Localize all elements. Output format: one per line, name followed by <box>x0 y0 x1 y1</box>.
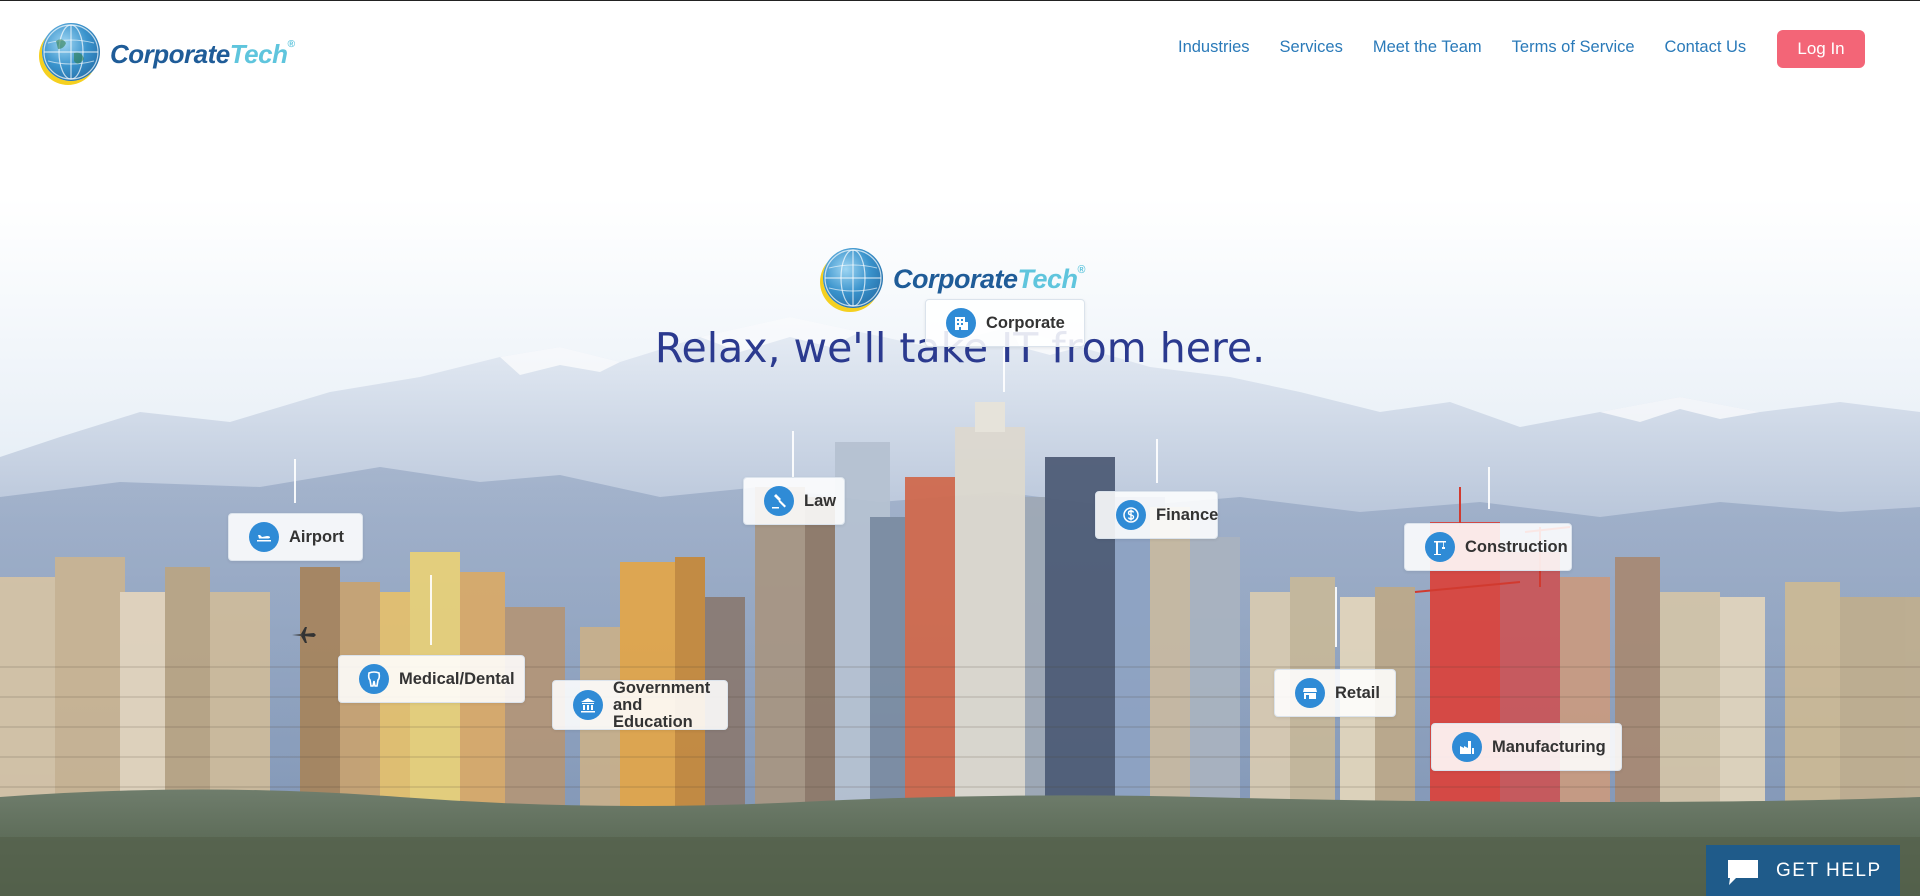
hero-logo-wordmark: CorporateTech® <box>893 263 1086 295</box>
industry-label: Government and Education <box>613 678 711 731</box>
industry-label: Corporate <box>986 313 1065 332</box>
globe-logo-icon <box>42 23 100 81</box>
industry-label: Construction <box>1465 537 1568 556</box>
nav-terms-of-service[interactable]: Terms of Service <box>1512 38 1635 57</box>
main-nav: Industries Services Meet the Team Terms … <box>1178 38 1776 57</box>
card-stem <box>1156 439 1158 483</box>
logo-registered-mark: ® <box>287 38 295 50</box>
industry-card-manufacturing[interactable]: Manufacturing <box>1431 723 1622 771</box>
card-stem <box>294 459 296 503</box>
nav-meet-the-team[interactable]: Meet the Team <box>1373 38 1482 57</box>
office-building-icon <box>946 308 976 338</box>
airplane-icon <box>249 522 279 552</box>
logo-text-tech: Tech <box>1017 263 1079 294</box>
nav-services[interactable]: Services <box>1280 38 1343 57</box>
site-header: CorporateTech® Industries Services Meet … <box>0 1 1920 97</box>
card-stem <box>430 575 432 645</box>
industry-label: Retail <box>1335 683 1380 702</box>
industry-card-retail[interactable]: Retail <box>1274 669 1396 717</box>
logo-text-corporate: Corporate <box>110 38 230 69</box>
logo-text-tech: Tech <box>229 38 288 69</box>
card-stem <box>1335 587 1337 647</box>
header-logo[interactable]: CorporateTech® <box>42 23 295 81</box>
industry-card-construction[interactable]: Construction <box>1404 523 1572 571</box>
nav-contact-us[interactable]: Contact Us <box>1665 38 1747 57</box>
get-help-label: GET HELP <box>1776 859 1882 881</box>
card-stem <box>1003 347 1005 392</box>
globe-logo-icon <box>823 248 883 308</box>
card-stem <box>1488 467 1490 509</box>
industry-card-finance[interactable]: Finance <box>1095 491 1218 539</box>
government-building-icon <box>573 690 603 720</box>
factory-icon <box>1452 732 1482 762</box>
hero-section: CorporateTech® Relax, we'll take IT from… <box>0 197 1920 896</box>
industry-label: Manufacturing <box>1492 737 1606 756</box>
industry-label: Finance <box>1156 505 1219 524</box>
logo-wordmark: CorporateTech® <box>110 39 295 70</box>
gavel-icon <box>764 486 794 516</box>
logo-registered-mark: ® <box>1077 263 1086 276</box>
industry-label: Medical/Dental <box>399 669 515 688</box>
industry-label: Law <box>804 491 837 510</box>
storefront-icon <box>1295 678 1325 708</box>
industry-card-medical-dental[interactable]: Medical/Dental <box>338 655 525 703</box>
get-help-button[interactable]: GET HELP <box>1706 845 1900 896</box>
chat-bubble-icon <box>1726 858 1760 885</box>
tooth-icon <box>359 664 389 694</box>
industry-card-law[interactable]: Law <box>743 477 845 525</box>
card-stem <box>792 431 794 477</box>
industry-card-airport[interactable]: Airport <box>228 513 363 561</box>
crane-icon <box>1425 532 1455 562</box>
login-button[interactable]: Log In <box>1777 30 1865 68</box>
dollar-icon <box>1116 500 1146 530</box>
logo-text-corporate: Corporate <box>893 263 1018 294</box>
nav-industries[interactable]: Industries <box>1178 38 1250 57</box>
industry-card-corporate[interactable]: Corporate <box>925 299 1085 347</box>
industry-card-government-education[interactable]: Government and Education <box>552 678 728 731</box>
industry-label: Airport <box>289 527 344 546</box>
